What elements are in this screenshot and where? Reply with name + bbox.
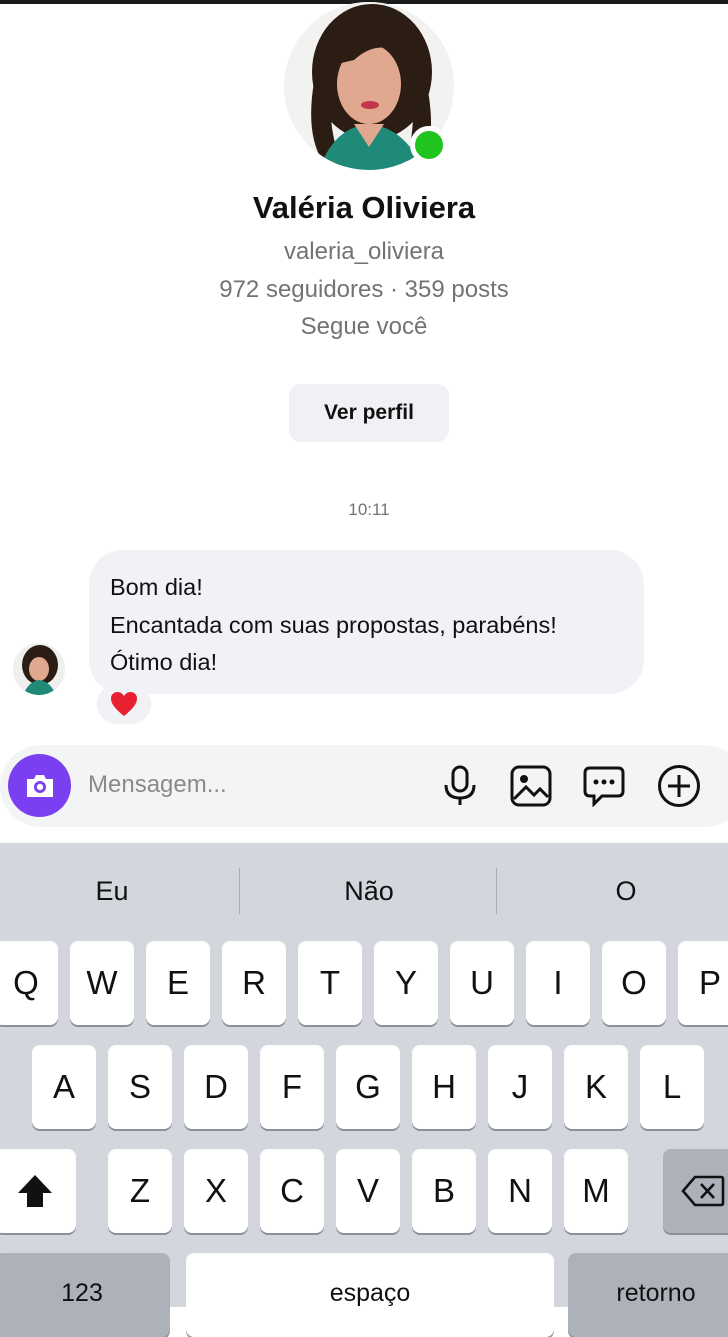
- more-options-button[interactable]: [657, 764, 701, 808]
- key[interactable]: N: [488, 1149, 552, 1233]
- key[interactable]: Q: [0, 941, 58, 1025]
- message-line: Ótimo dia!: [110, 649, 218, 675]
- heart-reaction[interactable]: [97, 684, 151, 724]
- suggestion-2[interactable]: Não: [269, 873, 469, 909]
- backspace-icon: [681, 1175, 725, 1207]
- message-timestamp: 10:11: [348, 500, 390, 519]
- key[interactable]: D: [184, 1045, 248, 1129]
- gallery-button[interactable]: [509, 764, 553, 808]
- message-line: Encantada com suas propostas, parabéns!: [110, 611, 557, 638]
- key[interactable]: T: [298, 941, 362, 1025]
- sticker-chat-icon: [583, 766, 625, 807]
- key[interactable]: Y: [374, 941, 438, 1025]
- message-bubble[interactable]: Bom dia! Encantada com suas propostas, p…: [89, 550, 644, 694]
- suggestion-divider: [496, 868, 497, 914]
- key[interactable]: I: [526, 941, 590, 1025]
- shift-arrow-icon: [18, 1175, 52, 1207]
- profile-username: valeria_oliviera: [283, 238, 445, 265]
- microphone-button[interactable]: [438, 764, 482, 808]
- shift-key[interactable]: [0, 1149, 76, 1233]
- sender-avatar[interactable]: [13, 643, 65, 695]
- key[interactable]: M: [564, 1149, 628, 1233]
- key[interactable]: P: [678, 941, 728, 1025]
- heart-icon: [111, 692, 137, 716]
- suggestion-divider: [239, 868, 240, 914]
- space-key[interactable]: espaço: [186, 1253, 554, 1337]
- key[interactable]: W: [70, 941, 134, 1025]
- follows-you-label: Segue você: [300, 313, 428, 340]
- key[interactable]: B: [412, 1149, 476, 1233]
- camera-icon: [26, 774, 53, 797]
- key[interactable]: H: [412, 1045, 476, 1129]
- key[interactable]: S: [108, 1045, 172, 1129]
- return-key[interactable]: retorno: [568, 1253, 728, 1337]
- key[interactable]: O: [602, 941, 666, 1025]
- online-status-dot: [410, 126, 448, 164]
- camera-button[interactable]: [8, 754, 71, 817]
- sticker-button[interactable]: [582, 764, 626, 808]
- key[interactable]: X: [184, 1149, 248, 1233]
- key[interactable]: E: [146, 941, 210, 1025]
- plus-circle-icon: [658, 765, 700, 807]
- numbers-key[interactable]: 123: [0, 1253, 170, 1337]
- key[interactable]: U: [450, 941, 514, 1025]
- key[interactable]: G: [336, 1045, 400, 1129]
- message-input[interactable]: [88, 765, 408, 805]
- key[interactable]: J: [488, 1045, 552, 1129]
- suggestion-1[interactable]: Eu: [12, 873, 212, 909]
- key[interactable]: R: [222, 941, 286, 1025]
- view-profile-button[interactable]: Ver perfil: [289, 384, 449, 442]
- key[interactable]: F: [260, 1045, 324, 1129]
- key[interactable]: Z: [108, 1149, 172, 1233]
- backspace-key[interactable]: [663, 1149, 728, 1233]
- image-gallery-icon: [510, 765, 552, 807]
- microphone-icon: [444, 765, 476, 805]
- key[interactable]: C: [260, 1149, 324, 1233]
- key[interactable]: K: [564, 1045, 628, 1129]
- profile-stats: 972 seguidores · 359 posts: [219, 276, 509, 303]
- key[interactable]: L: [640, 1045, 704, 1129]
- key[interactable]: A: [32, 1045, 96, 1129]
- suggestion-3[interactable]: O: [526, 873, 726, 909]
- key[interactable]: V: [336, 1149, 400, 1233]
- message-line: Bom dia!: [110, 574, 203, 600]
- profile-name: Valéria Oliviera: [252, 190, 476, 225]
